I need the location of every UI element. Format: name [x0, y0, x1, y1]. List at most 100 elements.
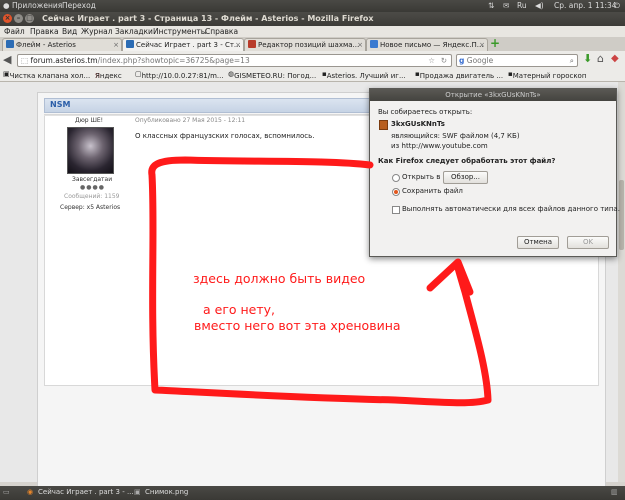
- scrollbar-thumb[interactable]: [619, 180, 624, 250]
- favicon-icon: [370, 40, 378, 48]
- favicon-icon: [6, 40, 14, 48]
- menu-help[interactable]: Справка: [205, 27, 238, 36]
- from-value: http://www.youtube.com: [401, 142, 488, 150]
- network-icon[interactable]: ⇅: [488, 1, 494, 11]
- annotation-line1: здесь должно быть видео: [193, 271, 366, 286]
- type-value: SWF файлом (4,7 КБ): [442, 132, 520, 140]
- taskbar-screenshot[interactable]: Снимок.png: [145, 488, 188, 496]
- mail-icon[interactable]: ✉: [503, 1, 509, 11]
- dialog-question: Как Firefox следует обработать этот файл…: [378, 157, 556, 165]
- tab-flame[interactable]: Флейм - Asterios ×: [2, 38, 122, 51]
- open-file-dialog: Открытие «3kxGUsKNnTs» Вы собираетесь от…: [369, 88, 620, 257]
- search-placeholder: Google: [466, 56, 494, 65]
- clock[interactable]: Ср. апр. 1 11:34: [554, 1, 617, 11]
- save-file-label[interactable]: Сохранить файл: [402, 187, 463, 195]
- save-file-radio[interactable]: [392, 188, 400, 196]
- bookmark-label: Чистка клапана хол...: [9, 72, 91, 80]
- cancel-button[interactable]: Отмена: [517, 236, 559, 249]
- url-domain: forum.asterios.tm: [30, 56, 98, 65]
- bookmarks-toolbar: ▣ Чистка клапана хол... Я Яндекс ▢ http:…: [0, 68, 625, 82]
- places-menu[interactable]: Переход: [62, 1, 96, 11]
- google-icon[interactable]: g: [459, 56, 464, 65]
- power-icon[interactable]: ⏻: [614, 1, 620, 11]
- file-icon: [379, 120, 388, 130]
- scrollbar[interactable]: [618, 82, 625, 482]
- download-icon[interactable]: ⬇: [583, 53, 592, 65]
- post-date: Опубликовано 27 Мая 2015 - 12:11: [135, 117, 246, 124]
- apps-menu[interactable]: Приложения: [12, 1, 62, 11]
- type-label: являющийся:: [391, 132, 441, 140]
- image-icon: ▣: [134, 488, 141, 496]
- menu-history[interactable]: Журнал: [81, 27, 113, 36]
- dialog-type: являющийся: SWF файлом (4,7 КБ): [391, 132, 520, 140]
- from-label: из: [391, 142, 400, 150]
- dialog-filename: 3kxGUsKNnTs: [391, 120, 445, 128]
- bookmark-star-icon[interactable]: ☆: [428, 55, 435, 66]
- bookmark-label: http://10.0.0.27:81/m...: [141, 72, 224, 80]
- bookmark-label: Продажа двигатель ...: [419, 72, 504, 80]
- bookmark-label: Матерный гороскоп: [512, 72, 587, 80]
- bookmark-item[interactable]: ▪ Asterios. Лучший иг...: [322, 70, 406, 80]
- open-with-label[interactable]: Открыть в: [402, 173, 440, 181]
- reload-icon[interactable]: ↻: [441, 55, 447, 66]
- bookmark-item[interactable]: ◍ GISMETEO.RU: Погод...: [228, 70, 316, 80]
- tab-label: Сейчас Играет . part 3 - Ст...: [136, 41, 241, 49]
- minimize-icon[interactable]: –: [14, 14, 23, 23]
- window-titlebar: × – □ Сейчас Играет . part 3 - Страница …: [0, 12, 625, 26]
- menu-view[interactable]: Вид: [62, 27, 77, 36]
- new-tab-icon[interactable]: +: [490, 37, 500, 49]
- tab-yandex-mail[interactable]: Новое письмо — Яндекс.П... ×: [366, 38, 488, 51]
- rank-stars: ●●●●: [80, 184, 105, 191]
- tab-label: Флейм - Asterios: [16, 41, 76, 49]
- tab-now-playing[interactable]: Сейчас Играет . part 3 - Ст... ×: [122, 38, 244, 51]
- post-text: О классных французских голосах, вспомнил…: [135, 132, 315, 140]
- window-title: Сейчас Играет . part 3 - Страница 13 - Ф…: [42, 14, 374, 23]
- avatar[interactable]: [67, 127, 114, 174]
- trash-icon[interactable]: ▥: [611, 488, 618, 496]
- close-icon[interactable]: ×: [3, 14, 12, 23]
- menu-file[interactable]: Файл: [4, 27, 25, 36]
- search-icon[interactable]: ⌕: [570, 55, 574, 66]
- open-with-radio[interactable]: [392, 174, 400, 182]
- tab-close-icon[interactable]: ×: [235, 39, 241, 51]
- message-count: Сообщений: 1159: [64, 193, 120, 200]
- addon-icon[interactable]: ◆: [611, 53, 619, 65]
- taskbar-firefox[interactable]: Сейчас Играет . part 3 - ...: [38, 488, 134, 496]
- bookmark-item[interactable]: ▣ Чистка клапана хол...: [3, 70, 90, 80]
- browse-button[interactable]: Обзор...: [443, 171, 488, 184]
- url-bar[interactable]: ⬚ forum.asterios.tm/index.php?showtopic=…: [17, 54, 452, 67]
- menu-tools[interactable]: Инструменты: [153, 27, 207, 36]
- thread-title[interactable]: NSM: [50, 100, 70, 109]
- auto-checkbox[interactable]: [392, 206, 400, 214]
- tab-close-icon[interactable]: ×: [113, 39, 119, 51]
- apps-menu-icon[interactable]: ●: [3, 1, 10, 11]
- auto-label[interactable]: Выполнять автоматически для всех файлов …: [402, 205, 620, 213]
- bookmark-item[interactable]: ▪ Продажа двигатель ...: [415, 70, 503, 80]
- home-icon[interactable]: ⌂: [597, 53, 604, 65]
- annotation-line3: вместо него вот эта хреновина: [194, 318, 401, 333]
- kb-layout[interactable]: Ru: [517, 1, 527, 11]
- bookmark-item[interactable]: ▪ Матерный гороскоп: [508, 70, 586, 80]
- ok-button[interactable]: OK: [567, 236, 609, 249]
- bottom-taskbar: ▭ ◉ Сейчас Играет . part 3 - ... ▣ Снимо…: [0, 486, 625, 500]
- bookmark-item[interactable]: ▢ http://10.0.0.27:81/m...: [135, 70, 224, 80]
- tab-close-icon[interactable]: ×: [357, 39, 363, 51]
- user-title: Дюр ШЕ!: [75, 117, 104, 124]
- navigation-bar: ◀ ⬚ forum.asterios.tm/index.php?showtopi…: [0, 51, 625, 68]
- tab-label: Новое письмо — Яндекс.П...: [380, 41, 484, 49]
- back-icon[interactable]: ◀: [3, 54, 11, 65]
- search-bar[interactable]: g Google ⌕: [456, 54, 578, 67]
- site-identity-icon[interactable]: ⬚: [21, 56, 28, 65]
- favicon-icon: [248, 40, 256, 48]
- tab-chess-editor[interactable]: Редактор позиций шахма... ×: [244, 38, 366, 51]
- favicon-icon: [126, 40, 134, 48]
- firefox-icon: ◉: [27, 488, 34, 496]
- show-desktop-icon[interactable]: ▭: [3, 488, 10, 496]
- menu-bookmarks[interactable]: Закладки: [115, 27, 153, 36]
- menu-edit[interactable]: Правка: [30, 27, 59, 36]
- annotation-line2: а его нету,: [203, 302, 276, 317]
- volume-icon[interactable]: ◀): [535, 1, 544, 11]
- maximize-icon[interactable]: □: [25, 14, 34, 23]
- url-path: /index.php?showtopic=36725&page=13: [97, 56, 250, 65]
- tab-close-icon[interactable]: ×: [479, 39, 485, 51]
